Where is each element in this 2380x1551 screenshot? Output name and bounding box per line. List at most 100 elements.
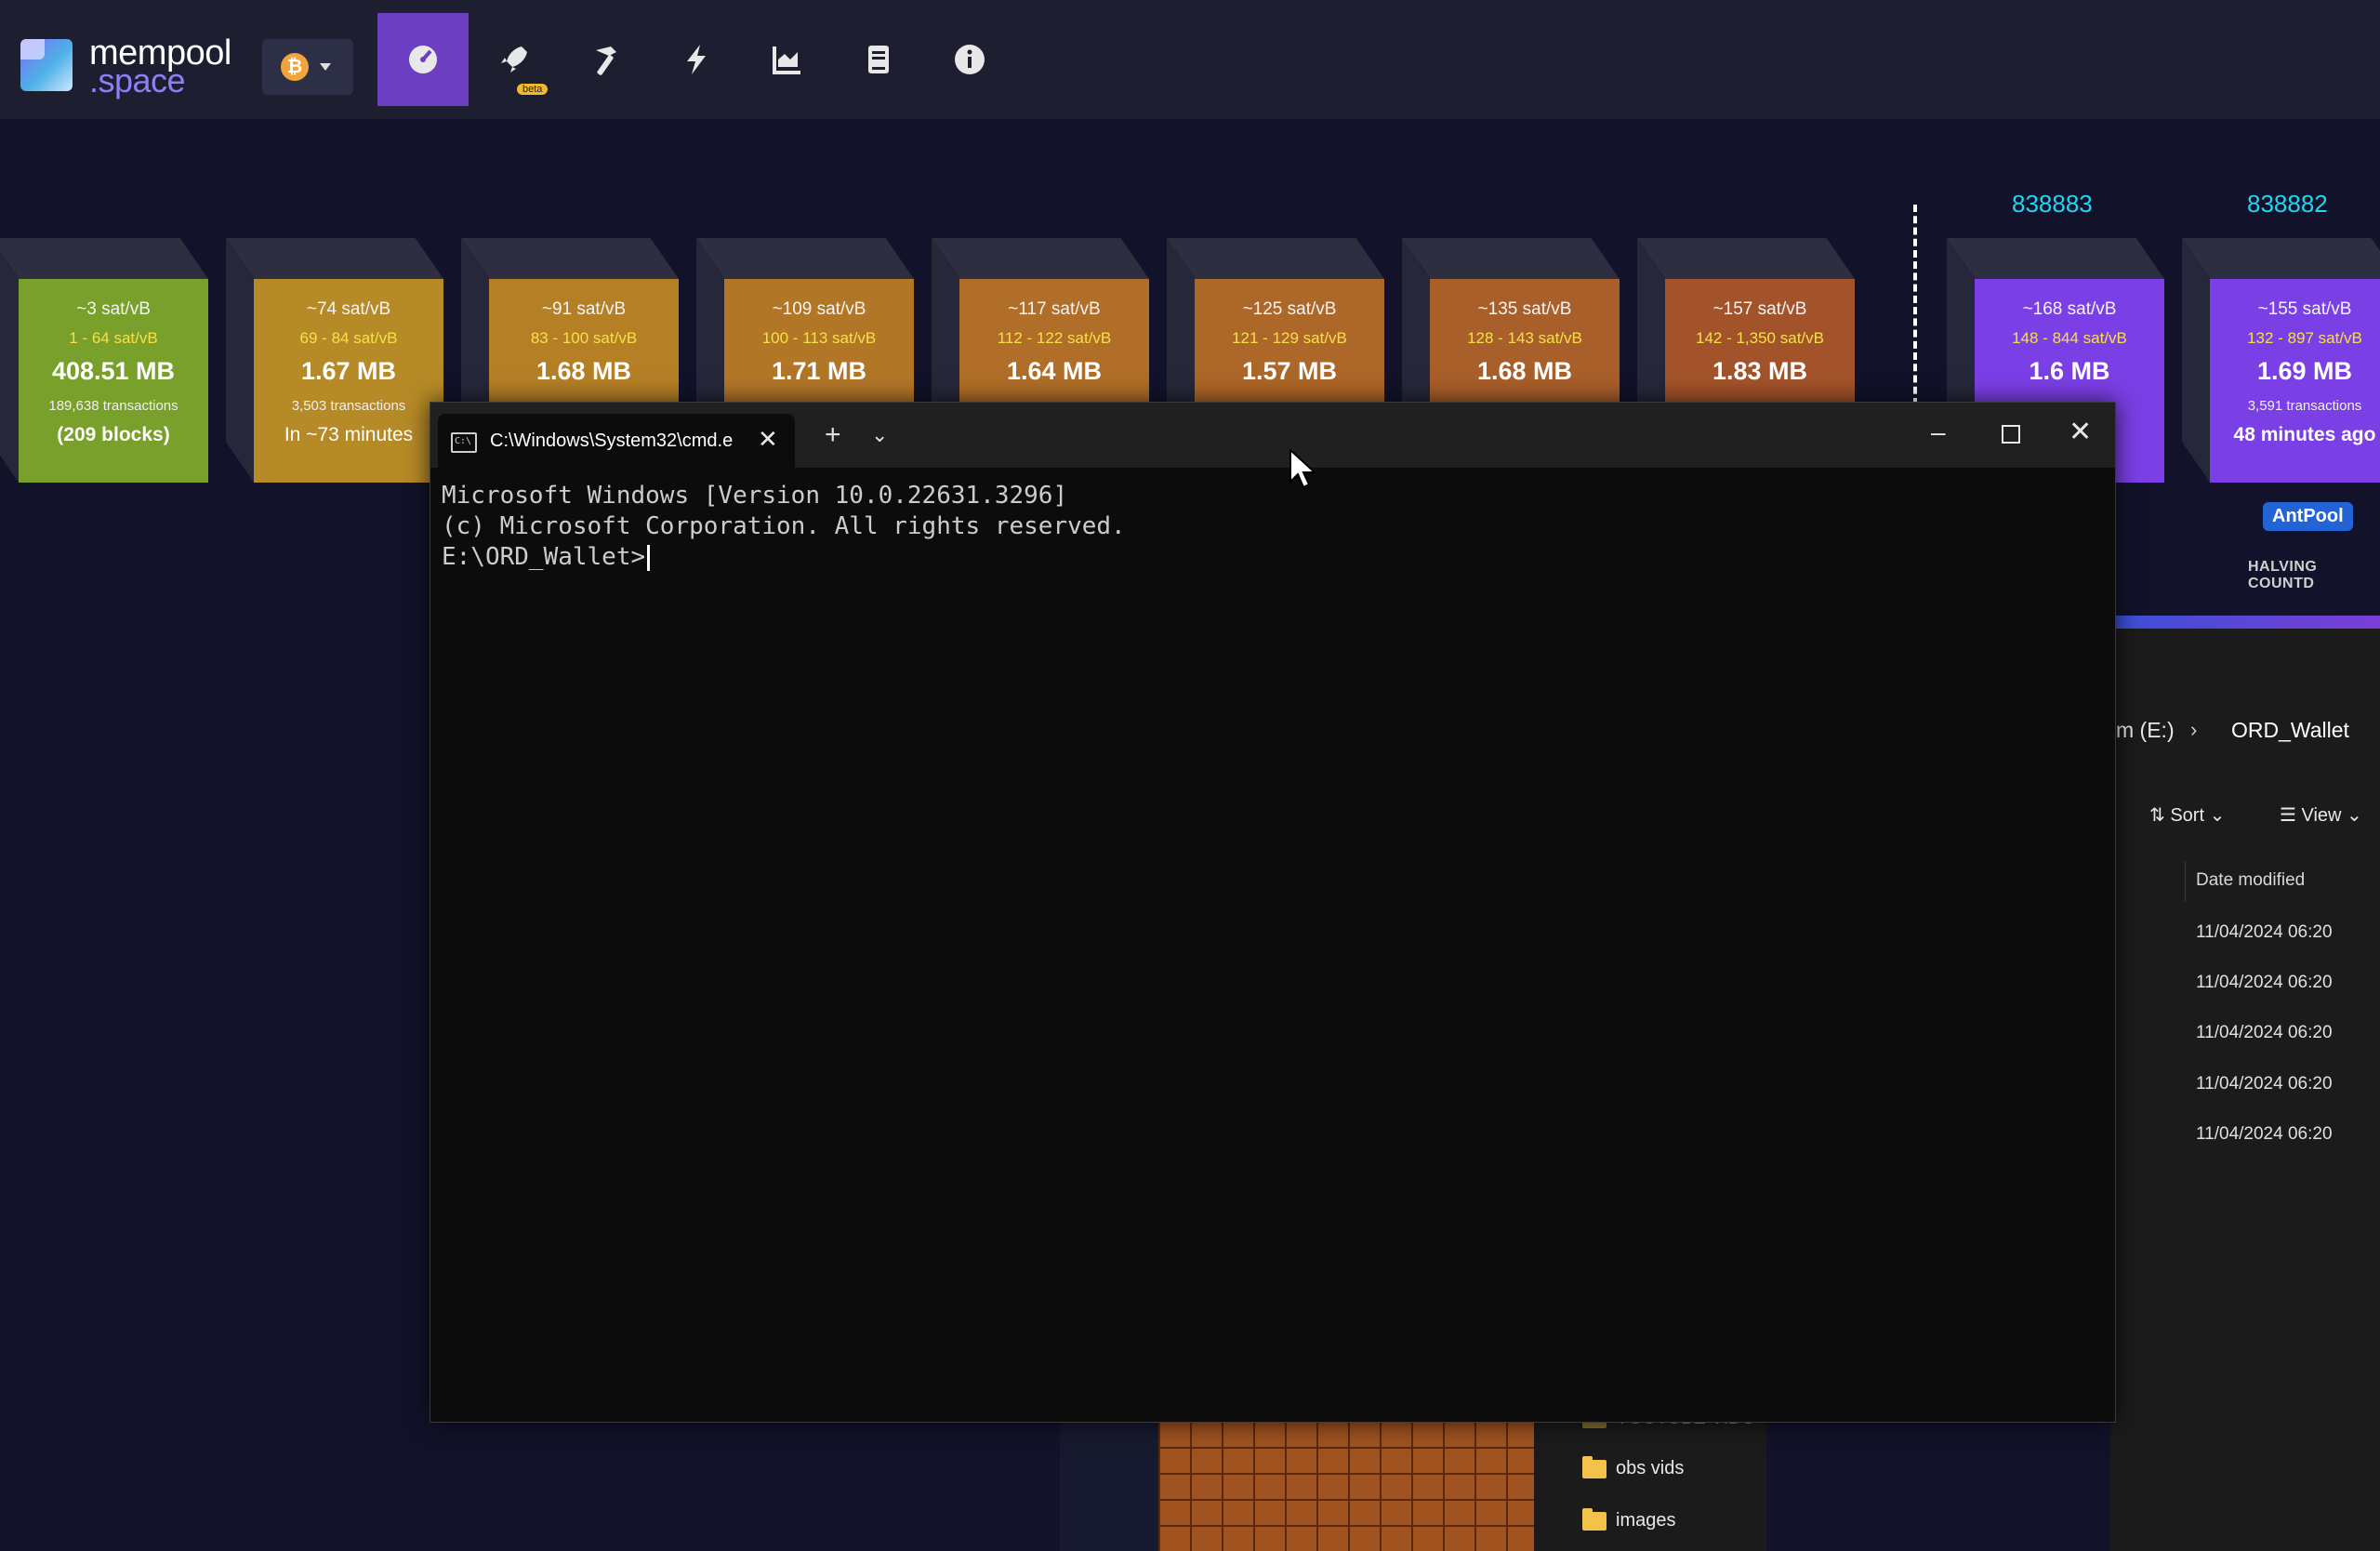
mined-block[interactable]: ~155 sat/vB 132 - 897 sat/vB 1.69 MB 3,591 … [2182, 238, 2380, 483]
console-prompt: E:\ORD_Wallet> [442, 543, 646, 571]
hammer-icon [596, 46, 616, 75]
nav-graphs[interactable] [742, 13, 833, 106]
mempool-logo[interactable]: mempool .space [20, 33, 244, 99]
file-date: 11/04/2024 06:20 [2196, 1023, 2333, 1042]
chevron-right-icon: › [2190, 718, 2198, 741]
block-tx-count: 189,638 transactions [48, 398, 178, 414]
block-fee-range: 1 - 64 sat/vB [69, 329, 158, 347]
new-tab-button[interactable]: + [825, 421, 841, 449]
block-top [226, 238, 443, 279]
sort-label: Sort [2170, 805, 2205, 826]
bitcoin-icon: ₿ [281, 53, 309, 81]
block-fee-range: 100 - 113 sat/vB [761, 329, 877, 347]
nav-lightning[interactable] [651, 13, 742, 106]
block-top [1167, 238, 1384, 279]
maximize-icon[interactable] [2002, 425, 2020, 444]
block-size: 1.83 MB [1712, 357, 1808, 385]
folder-label: images [1616, 1510, 1676, 1531]
view-icon: ☰ [2280, 805, 2302, 826]
terminal-window[interactable]: C:\ C:\Windows\System32\cmd.e ✕ + ⌄ – ✕ … [430, 402, 2116, 1423]
network-selector[interactable]: ₿ [262, 39, 353, 95]
block-top [932, 238, 1149, 279]
info-icon [955, 45, 985, 74]
graphs-icon [773, 46, 800, 74]
block-fee: ~3 sat/vB [76, 299, 151, 319]
close-icon[interactable]: ✕ [2069, 416, 2092, 448]
logo-text-space: .space [89, 61, 186, 99]
file-date: 11/04/2024 06:20 [2196, 973, 2333, 992]
mempool-block[interactable]: ~74 sat/vB 69 - 84 sat/vB 1.67 MB 3,503 tra… [226, 238, 443, 483]
minimize-icon[interactable]: – [1931, 418, 1946, 447]
folder-item[interactable]: images [1582, 1507, 1676, 1531]
nav-accelerator[interactable]: beta [469, 13, 560, 106]
terminal-tab[interactable]: C:\ C:\Windows\System32\cmd.e ✕ [438, 414, 795, 468]
halving-progress-bar [2110, 616, 2380, 629]
block-fee-range: 142 - 1,350 sat/vB [1696, 329, 1824, 347]
lightning-icon [687, 45, 706, 74]
nav-dashboard[interactable] [377, 13, 469, 106]
tab-title: C:\Windows\System32\cmd.e [490, 431, 734, 451]
tab-dropdown-icon[interactable]: ⌄ [871, 423, 888, 447]
mempool-graph-background [1060, 1421, 1158, 1551]
block-fee: ~91 sat/vB [541, 299, 627, 319]
halving-countdown-label: HALVING COUNTD [2248, 559, 2318, 591]
rocket-icon [501, 46, 527, 73]
block-side [0, 238, 19, 483]
block-fee-range: 148 - 844 sat/vB [2012, 329, 2127, 347]
mempool-divider [1913, 205, 1917, 405]
block-fee-range: 132 - 897 sat/vB [2247, 329, 2362, 347]
breadcrumb-folder[interactable]: ORD_Wallet [2231, 718, 2349, 743]
block-fee-range: 83 - 100 sat/vB [530, 329, 638, 347]
chevron-down-icon [320, 63, 331, 71]
folder-icon [1582, 1507, 1606, 1531]
block-top [0, 238, 208, 279]
sort-button[interactable]: ⇅ Sort ⌄ [2149, 803, 2225, 827]
folder-item[interactable]: obs vids [1582, 1455, 1685, 1479]
block-tx-count: 3,503 transactions [291, 398, 406, 414]
block-size: 1.57 MB [1241, 357, 1338, 385]
tab-close-icon[interactable]: ✕ [758, 425, 778, 454]
block-height[interactable]: 838883 [2012, 190, 2093, 219]
block-fee-range: 112 - 122 sat/vB [997, 329, 1112, 347]
beta-badge: beta [517, 84, 549, 95]
block-fee: ~155 sat/vB [2257, 299, 2352, 319]
block-top [696, 238, 914, 279]
console-line: (c) Microsoft Corporation. All rights re… [442, 512, 1126, 540]
block-top [1402, 238, 1620, 279]
block-time: In ~73 minutes [284, 424, 414, 445]
nav-docs[interactable] [833, 13, 924, 106]
block-fee: ~125 sat/vB [1242, 299, 1337, 319]
file-date: 11/04/2024 06:20 [2196, 1124, 2333, 1144]
column-divider[interactable] [2185, 861, 2186, 902]
block-size: 1.68 MB [1476, 357, 1573, 385]
console-output[interactable]: Microsoft Windows [Version 10.0.22631.32… [442, 481, 1126, 573]
mempool-navbar: mempool .space ₿ beta [0, 0, 2380, 119]
console-prompt-line[interactable]: E:\ORD_Wallet> [442, 542, 1126, 573]
block-height[interactable]: 838882 [2247, 190, 2328, 219]
breadcrumb-drive[interactable]: m (E:) [2116, 718, 2175, 743]
folder-label: obs vids [1616, 1458, 1685, 1478]
block-face: ~74 sat/vB 69 - 84 sat/vB 1.67 MB 3,503 tra… [254, 279, 443, 483]
file-date: 11/04/2024 06:20 [2196, 922, 2333, 942]
block-side [2182, 238, 2210, 483]
column-header-date-modified[interactable]: Date modified [2196, 870, 2305, 891]
view-label: View [2301, 805, 2342, 826]
block-face: ~155 sat/vB 132 - 897 sat/vB 1.69 MB 3,591 … [2210, 279, 2380, 483]
nav-mining[interactable] [560, 13, 651, 106]
block-fee: ~168 sat/vB [2022, 299, 2117, 319]
dashboard-icon [409, 46, 437, 73]
text-cursor [647, 544, 651, 571]
view-button[interactable]: ☰ View ⌄ [2280, 803, 2362, 827]
block-top [461, 238, 679, 279]
console-line: Microsoft Windows [Version 10.0.22631.32… [442, 482, 1068, 510]
block-fee-range: 121 - 129 sat/vB [1232, 329, 1347, 347]
block-size: 1.68 MB [536, 357, 632, 385]
pool-badge[interactable]: AntPool [2263, 502, 2353, 531]
terminal-titlebar[interactable]: C:\ C:\Windows\System32\cmd.e ✕ + ⌄ – ✕ [430, 403, 2115, 468]
mempool-block[interactable]: ~3 sat/vB 1 - 64 sat/vB 408.51 MB 189,638 t… [0, 238, 208, 483]
nav-about[interactable] [924, 13, 1015, 106]
block-tx-count: 3,591 transactions [2247, 398, 2362, 414]
block-treemap[interactable] [1158, 1421, 1534, 1551]
folder-icon [1582, 1455, 1606, 1478]
block-size: 408.51 MB [51, 357, 176, 385]
